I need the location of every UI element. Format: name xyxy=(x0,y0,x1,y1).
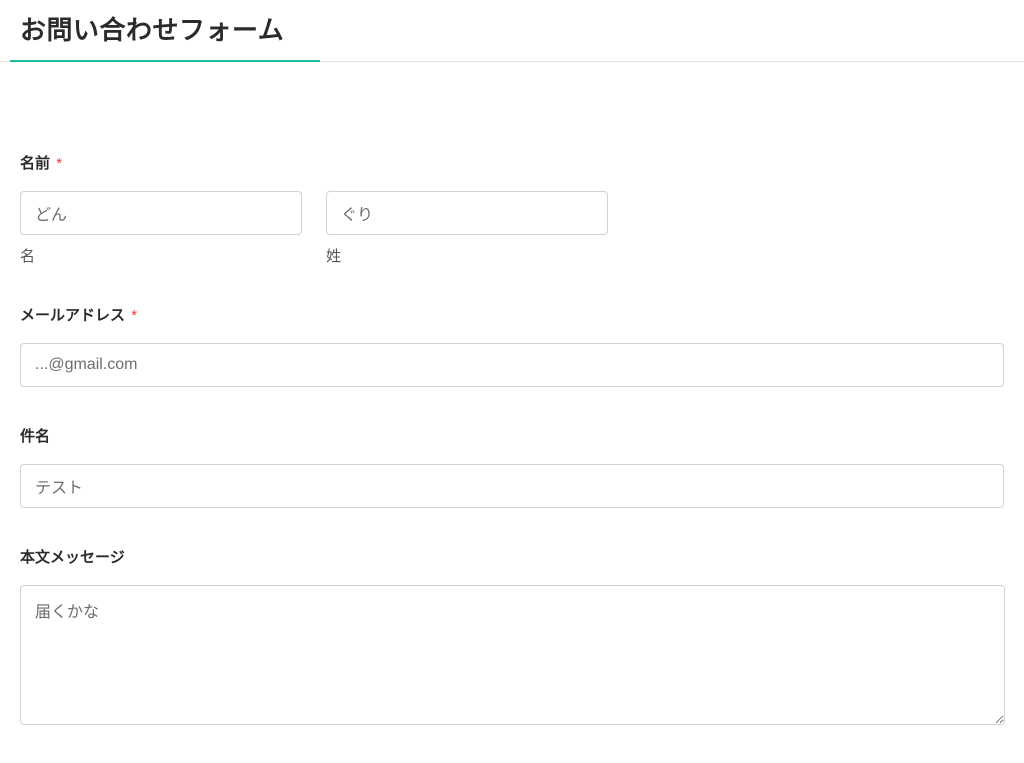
field-message: 本文メッセージ xyxy=(20,546,1004,730)
last-name-input[interactable] xyxy=(326,191,608,235)
field-subject: 件名 xyxy=(20,425,1004,508)
label-email-text: メールアドレス xyxy=(20,307,125,324)
email-input[interactable] xyxy=(20,343,1004,387)
page-title: お問い合わせフォーム xyxy=(0,0,1024,62)
label-subject: 件名 xyxy=(20,425,1004,446)
field-name: 名前 * 名 姓 xyxy=(20,152,1004,266)
label-message: 本文メッセージ xyxy=(20,546,1004,567)
last-name-sublabel: 姓 xyxy=(326,245,608,266)
required-star: * xyxy=(56,155,62,172)
first-name-sublabel: 名 xyxy=(20,245,302,266)
first-name-input[interactable] xyxy=(20,191,302,235)
subject-input[interactable] xyxy=(20,464,1004,508)
label-email: メールアドレス * xyxy=(20,304,1004,325)
message-textarea[interactable] xyxy=(20,585,1005,725)
label-name-text: 名前 xyxy=(20,155,50,172)
field-email: メールアドレス * xyxy=(20,304,1004,387)
label-name: 名前 * xyxy=(20,152,1004,173)
contact-form: 名前 * 名 姓 メールアドレス * 件名 本文メッセージ xyxy=(0,62,1024,730)
required-star: * xyxy=(131,307,137,324)
